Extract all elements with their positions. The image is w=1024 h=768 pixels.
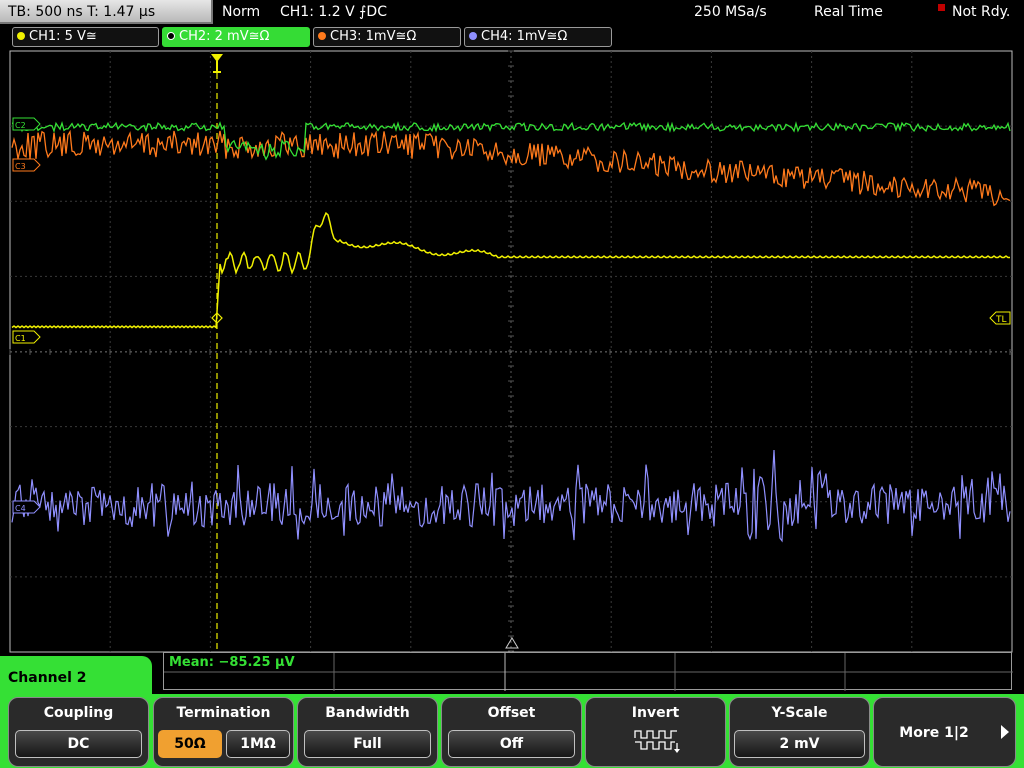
ch1-marker-label: C1 [15,334,26,343]
coupling-title: Coupling [43,705,114,721]
ch2-marker-label: C2 [15,121,26,130]
ch1-ground-marker[interactable]: C1 [12,330,41,344]
bandwidth-softkey[interactable]: Bandwidth Full [297,697,438,767]
termination-1mohm-button[interactable]: 1MΩ [226,730,290,758]
waveform-display[interactable]: C2 C3 C1 C4 TL [0,0,1024,660]
offset-softkey[interactable]: Offset Off [441,697,582,767]
yscale-value-button[interactable]: 2 mV [734,730,865,758]
ch3-ground-marker[interactable]: C3 [12,158,41,172]
invert-title: Invert [631,705,680,721]
more-softkey[interactable]: More 1|2 [873,697,1016,767]
invert-softkey[interactable]: Invert [585,697,726,767]
bandwidth-title: Bandwidth [325,705,410,721]
coupling-value-button[interactable]: DC [15,730,142,758]
measurement-grid [164,653,1013,691]
termination-title: Termination [176,705,271,721]
offset-value-button[interactable]: Off [448,730,575,758]
more-label: More 1|2 [899,725,969,741]
measurement-panel[interactable]: Mean: −85.25 µV [163,652,1013,691]
termination-50ohm-button[interactable]: 50Ω [158,730,222,758]
offset-title: Offset [487,705,536,721]
invert-wave-icon [634,730,680,753]
ch2-ground-marker[interactable]: C2 [12,117,41,131]
yscale-title: Y-Scale [771,705,828,721]
bandwidth-value-button[interactable]: Full [304,730,431,758]
trigger-level-label: TL [995,315,1007,325]
ch4-marker-label: C4 [15,504,26,513]
ch4-ground-marker[interactable]: C4 [12,500,41,514]
termination-softkey[interactable]: Termination 50Ω 1MΩ [153,697,294,767]
coupling-softkey[interactable]: Coupling DC [8,697,149,767]
ch3-marker-label: C3 [15,162,26,171]
yscale-softkey[interactable]: Y-Scale 2 mV [729,697,870,767]
channel-menu-title: Channel 2 [8,670,87,686]
arrow-right-icon [1001,725,1009,739]
